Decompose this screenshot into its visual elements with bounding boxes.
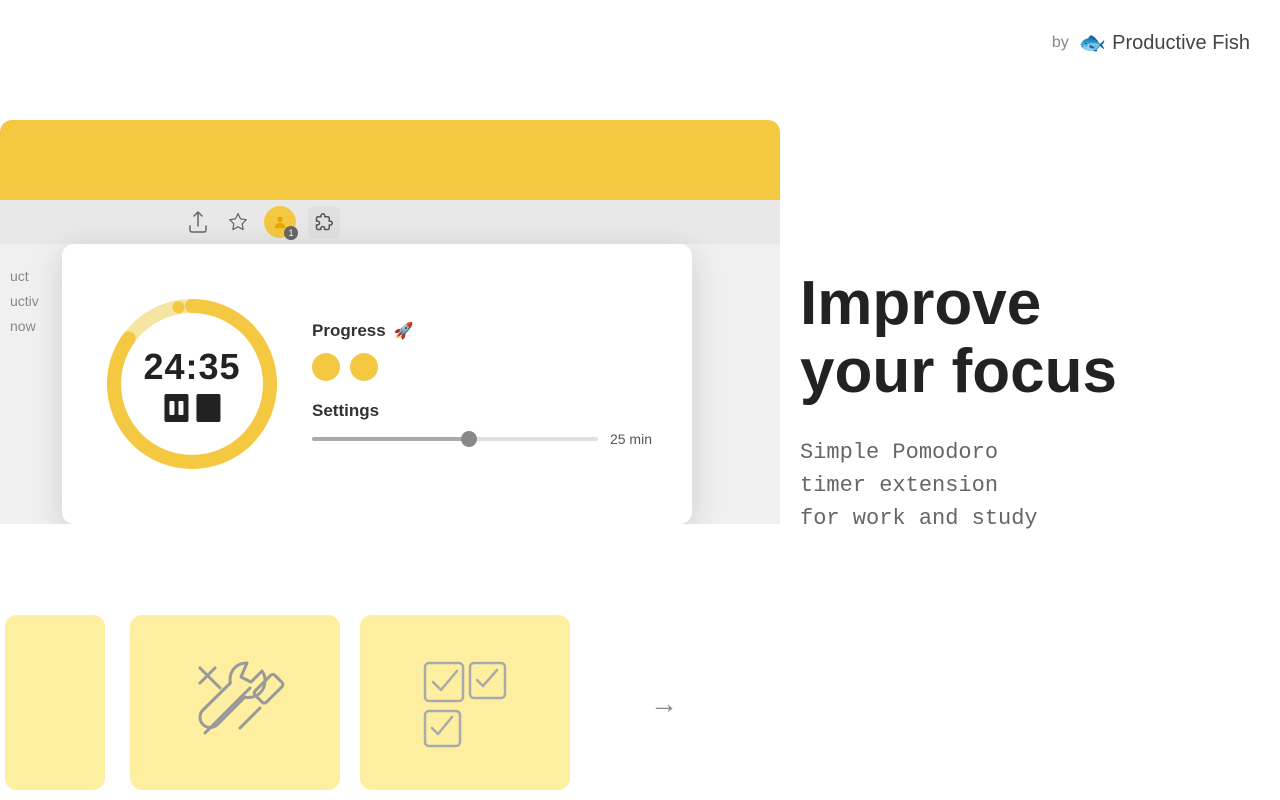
browser-content: uct uctiv now 24:35 xyxy=(0,244,780,524)
slider-row: 25 min xyxy=(312,431,652,447)
tomato-dot-1 xyxy=(312,353,340,381)
hero-headline-line2: your focus xyxy=(800,338,1220,406)
tomato-dots xyxy=(312,353,652,381)
settings-section: Settings 25 min xyxy=(312,401,652,447)
hero-subtitle: Simple Pomodoro timer extension for work… xyxy=(800,436,1220,535)
hero-headline: Improve your focus xyxy=(800,270,1220,406)
progress-title: Progress xyxy=(312,321,386,341)
card-small-left xyxy=(5,615,105,790)
tools-icon xyxy=(175,643,295,763)
slider-fill xyxy=(312,437,469,441)
timer-display: 24:35 xyxy=(143,346,240,388)
share-icon[interactable] xyxy=(184,208,212,236)
brand-by-label: by xyxy=(1052,34,1069,52)
progress-section: Progress 🚀 xyxy=(312,321,652,381)
browser-tab-bar: 1 xyxy=(0,200,780,244)
card-tools xyxy=(130,615,340,790)
popup-right: Progress 🚀 Settings xyxy=(312,321,652,447)
extension-badge: 1 xyxy=(284,226,298,240)
next-arrow-icon[interactable]: → xyxy=(650,688,678,719)
brand-name: Productive Fish xyxy=(1112,32,1250,55)
bottom-cards: → xyxy=(0,605,780,800)
left-partial-content: uct uctiv now xyxy=(0,244,70,524)
hero-headline-line1: Improve xyxy=(800,270,1220,338)
tomato-dot-2 xyxy=(350,353,378,381)
progress-header: Progress 🚀 xyxy=(312,321,652,341)
timer-inner: 24:35 xyxy=(143,346,240,422)
stop-button[interactable] xyxy=(196,394,220,422)
left-text-line1: uct xyxy=(10,264,60,289)
slider-value-label: 25 min xyxy=(610,431,652,447)
popup-panel: 24:35 Progress 🚀 xyxy=(62,244,692,524)
left-text-line2: uctiv xyxy=(10,289,60,314)
slider-thumb[interactable] xyxy=(461,431,477,447)
slider-track[interactable] xyxy=(312,437,598,441)
bookmark-star-icon[interactable] xyxy=(224,208,252,236)
hero-subtitle-line1: Simple Pomodoro xyxy=(800,436,1220,469)
puzzle-icon[interactable] xyxy=(308,206,340,238)
browser-mockup: 1 uct uctiv now xyxy=(0,120,780,524)
hero-subtitle-line2: timer extension xyxy=(800,469,1220,502)
pause-button[interactable] xyxy=(164,394,188,422)
card-checklist xyxy=(360,615,570,790)
browser-top-bar xyxy=(0,120,780,200)
brand-header: by 🐟 Productive Fish xyxy=(1052,30,1250,56)
left-text-line3: now xyxy=(10,314,60,339)
checklist-icon xyxy=(405,643,525,763)
settings-title: Settings xyxy=(312,401,652,421)
extension-avatar[interactable]: 1 xyxy=(264,206,296,238)
hero-subtitle-line3: for work and study xyxy=(800,502,1220,535)
timer-circle-container: 24:35 xyxy=(102,294,282,474)
arrow-container: → xyxy=(650,688,678,720)
timer-controls xyxy=(143,394,240,422)
rocket-icon: 🚀 xyxy=(394,321,414,341)
hero-text: Improve your focus Simple Pomodoro timer… xyxy=(800,270,1220,535)
fish-icon: 🐟 xyxy=(1079,30,1106,56)
